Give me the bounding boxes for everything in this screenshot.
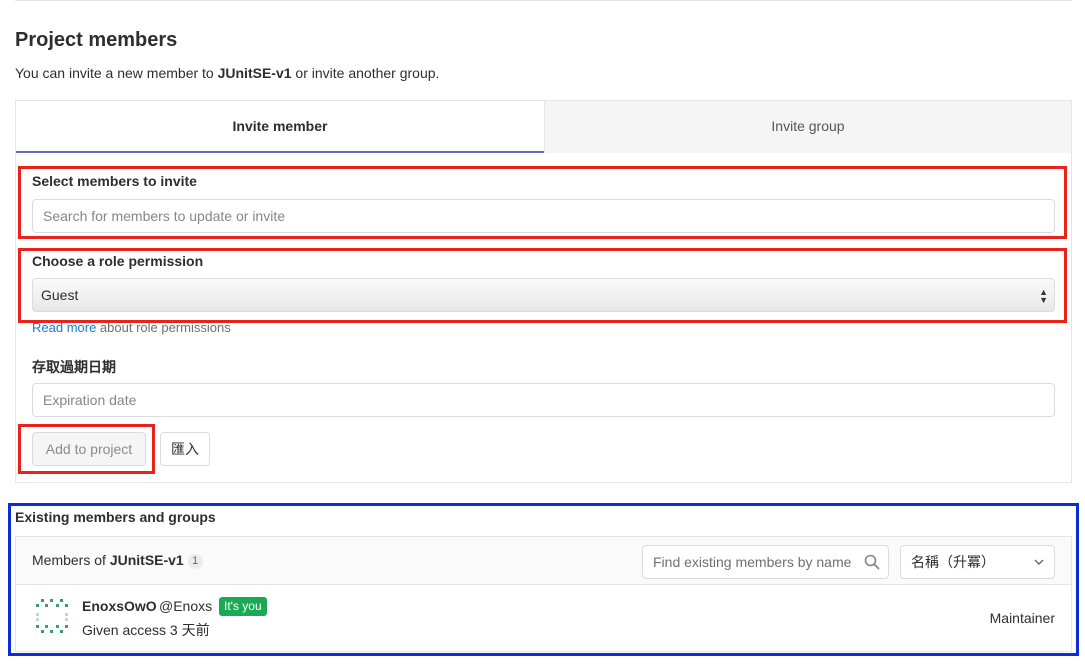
members-of-heading: Members of JUnitSE-v1 1 (32, 552, 203, 569)
sort-dropdown[interactable]: 名稱（升冪） (900, 545, 1055, 579)
existing-members-title: Existing members and groups (15, 509, 216, 525)
sort-dropdown-value: 名稱（升冪） (911, 554, 995, 570)
invite-tabs: Invite member Invite group (16, 101, 1071, 153)
role-permission-label: Choose a role permission (32, 253, 204, 269)
add-to-project-button[interactable]: Add to project (32, 432, 146, 466)
its-you-badge: It's you (219, 597, 267, 616)
member-count-badge: 1 (187, 553, 203, 569)
member-row: EnoxsOwO @Enoxs It's you Given access 3 … (16, 586, 1071, 652)
role-select-value: Guest (41, 287, 79, 303)
import-button[interactable]: 匯入 (160, 432, 210, 466)
select-members-label: Select members to invite (32, 173, 197, 189)
member-role: Maintainer (989, 610, 1055, 626)
members-header: Members of JUnitSE-v11 名稱（升冪） (16, 537, 1071, 585)
find-members-input[interactable] (642, 545, 889, 579)
search-icon[interactable] (864, 554, 880, 570)
member-access-time: Given access 3 天前 (82, 622, 210, 638)
expiration-date-input[interactable] (32, 383, 1055, 417)
member-username: @Enoxs (159, 598, 213, 614)
page-title: Project members (15, 29, 178, 51)
intro-project-name: JUnitSE-v1 (217, 65, 292, 81)
member-name[interactable]: EnoxsOwO (82, 598, 157, 614)
expiration-label: 存取過期日期 (32, 359, 116, 375)
member-search-input[interactable] (32, 199, 1055, 233)
intro-text: You can invite a new member to JUnitSE-v… (15, 65, 440, 81)
avatar (36, 599, 68, 633)
tab-invite-group[interactable]: Invite group (544, 101, 1071, 153)
read-more-link[interactable]: Read more (32, 320, 96, 335)
role-select[interactable]: Guest ▲ ▼ (32, 278, 1055, 312)
select-arrows-icon: ▲ ▼ (1039, 287, 1048, 305)
role-help-text: Read more about role permissions (32, 320, 231, 335)
members-panel: Members of JUnitSE-v11 名稱（升冪） (15, 536, 1072, 652)
chevron-down-icon (1034, 559, 1044, 565)
tab-invite-member[interactable]: Invite member (16, 101, 544, 153)
members-project-name: JUnitSE-v1 (109, 552, 184, 568)
invite-card: Invite member Invite group Select member… (15, 100, 1072, 483)
top-divider (15, 0, 1072, 1)
